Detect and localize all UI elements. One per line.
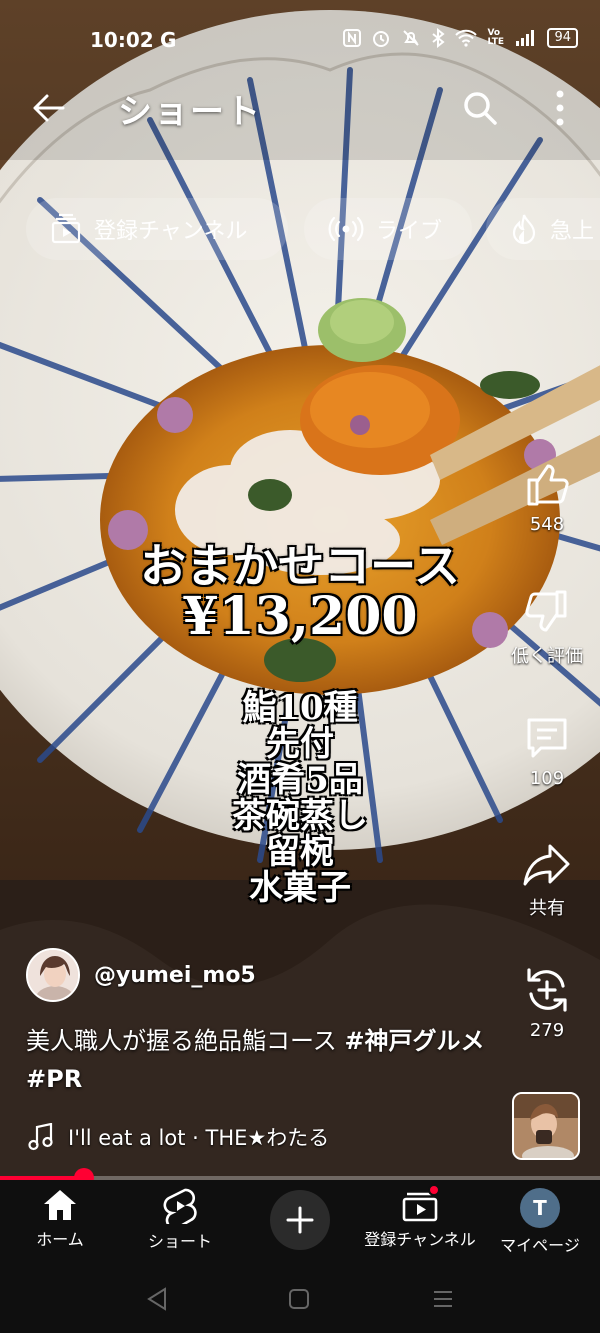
- system-navigation-bar: [0, 1262, 600, 1333]
- comments-button[interactable]: 109: [508, 714, 586, 789]
- triangle-back-icon: [147, 1287, 166, 1311]
- shorts-icon: [163, 1188, 197, 1224]
- share-button[interactable]: 共有: [508, 840, 586, 920]
- comment-icon: [527, 718, 567, 758]
- remix-count: 279: [529, 1020, 565, 1041]
- description-text: 美人職人が握る絶品鮨コース: [26, 1027, 345, 1055]
- remix-icon: [527, 968, 567, 1012]
- search-button[interactable]: [458, 86, 502, 130]
- menu-line: 茶碗蒸し: [232, 796, 368, 836]
- system-back-button[interactable]: [142, 1284, 172, 1314]
- music-info[interactable]: I'll eat a lot · THE★わたる: [28, 1122, 329, 1152]
- battery-icon: 94: [547, 28, 578, 48]
- more-options-button[interactable]: [540, 86, 580, 130]
- more-vertical-icon: [556, 90, 564, 126]
- subscriptions-icon: [51, 213, 81, 244]
- status-time: 10:02: [90, 28, 154, 52]
- nav-you-label: マイページ: [500, 1236, 580, 1255]
- user-avatar: T: [520, 1188, 560, 1228]
- channel-info[interactable]: @yumei_mo5: [26, 948, 256, 1002]
- remix-button[interactable]: 279: [508, 966, 586, 1041]
- channel-avatar-image: [28, 950, 78, 1000]
- music-thumbnail-image: [514, 1094, 578, 1158]
- chip-trending[interactable]: 急上: [486, 198, 600, 260]
- nav-you[interactable]: T マイページ: [480, 1188, 600, 1256]
- nav-create[interactable]: [240, 1188, 360, 1250]
- status-bar: 10:02 G Vo LTE 94: [0, 0, 600, 80]
- page-title: ショート: [118, 92, 262, 132]
- chip-live[interactable]: ライブ: [304, 198, 472, 260]
- signal-icon: [516, 30, 535, 46]
- system-recents-button[interactable]: [428, 1284, 458, 1314]
- chip-live-label: ライブ: [376, 219, 443, 244]
- nav-subscriptions-label: 登録チャンネル: [364, 1230, 476, 1249]
- comment-count: 109: [529, 768, 565, 789]
- chip-subscriptions-label: 登録チャンネル: [94, 219, 248, 244]
- hashtag-link[interactable]: #神戸グルメ: [344, 1027, 484, 1055]
- nfc-icon: [343, 29, 362, 47]
- nav-home-label: ホーム: [36, 1230, 84, 1249]
- alarm-icon: [373, 31, 390, 47]
- dislike-button[interactable]: 低く評価: [508, 588, 586, 668]
- like-button[interactable]: 548: [508, 460, 586, 535]
- music-thumbnail[interactable]: [512, 1092, 580, 1160]
- dislike-label: 低く評価: [511, 646, 583, 667]
- like-count: 548: [529, 514, 565, 535]
- plus-icon: [286, 1206, 314, 1234]
- live-icon: [328, 216, 364, 242]
- home-icon: [44, 1190, 76, 1220]
- nav-shorts[interactable]: ショート: [120, 1188, 240, 1252]
- video-description[interactable]: 美人職人が握る絶品鮨コース #神戸グルメ #PR: [26, 1022, 496, 1098]
- music-note-icon: [28, 1123, 53, 1151]
- nav-subscriptions[interactable]: 登録チャンネル: [360, 1184, 480, 1250]
- mute-icon: [403, 30, 420, 46]
- volte-icon: Vo LTE: [487, 28, 504, 47]
- top-bar: ショート: [0, 82, 600, 134]
- bluetooth-icon: [432, 28, 446, 48]
- share-icon: [523, 844, 570, 886]
- thumbs-down-icon: [525, 590, 567, 632]
- subscriptions-icon-wrap: [402, 1184, 440, 1222]
- chip-subscriptions[interactable]: 登録チャンネル: [26, 198, 288, 260]
- thumbs-up-icon: [527, 464, 569, 506]
- channel-handle[interactable]: @yumei_mo5: [94, 963, 256, 988]
- arrow-left-icon: [33, 94, 65, 122]
- create-button[interactable]: [270, 1190, 330, 1250]
- nav-home[interactable]: ホーム: [0, 1188, 120, 1250]
- bottom-navigation: ホーム ショート 登録チャンネル T マイページ: [0, 1180, 600, 1262]
- google-indicator: G: [160, 28, 177, 52]
- status-icons: Vo LTE 94: [343, 28, 578, 48]
- channel-avatar[interactable]: [26, 948, 80, 1002]
- feed-filter-chips: 登録チャンネル ライブ 急上: [26, 198, 600, 260]
- square-home-icon: [289, 1289, 309, 1309]
- system-home-button[interactable]: [284, 1284, 314, 1314]
- trending-icon: [512, 214, 536, 245]
- chip-trending-label: 急上: [550, 219, 595, 244]
- menu-lines-icon: [434, 1291, 452, 1307]
- music-track-title: I'll eat a lot · THE★わたる: [68, 1126, 330, 1150]
- search-icon: [464, 92, 497, 125]
- notification-dot: [428, 1184, 440, 1196]
- share-label: 共有: [529, 898, 565, 919]
- back-button[interactable]: [26, 86, 70, 130]
- hashtag-link[interactable]: #PR: [26, 1065, 82, 1093]
- nav-shorts-label: ショート: [147, 1232, 212, 1251]
- wifi-icon: [455, 29, 478, 47]
